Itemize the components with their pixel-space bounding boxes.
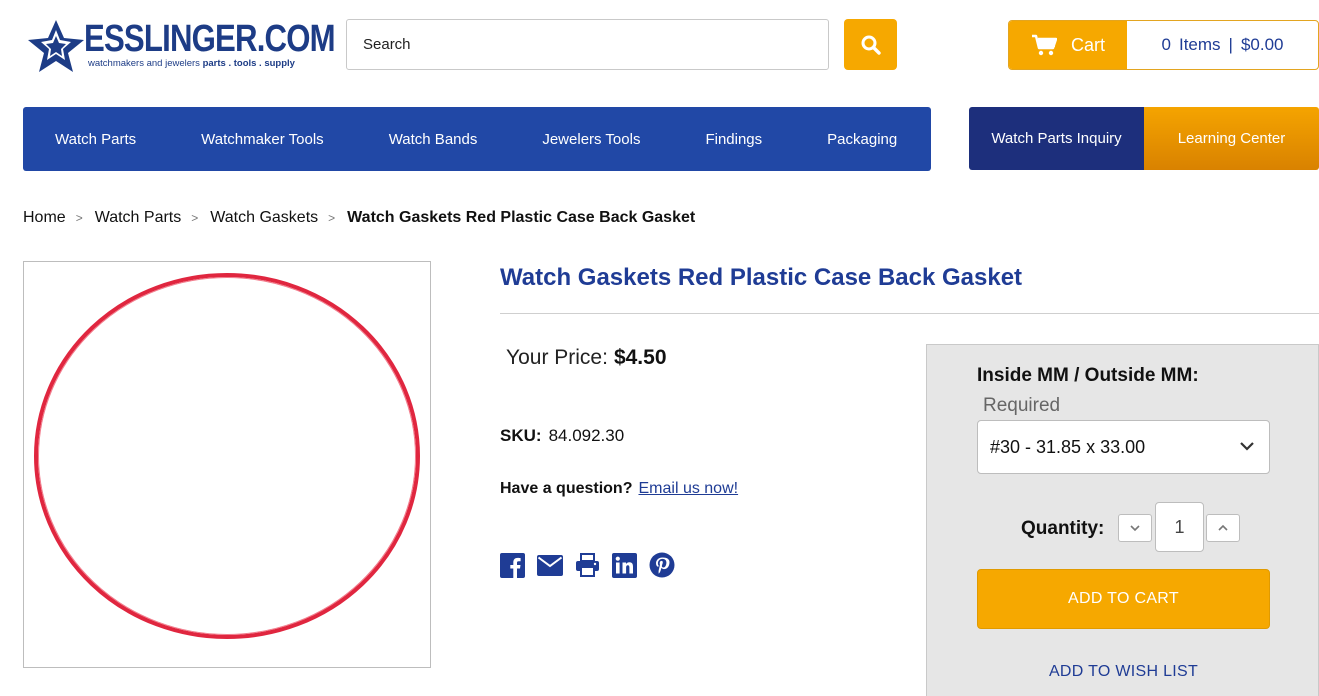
breadcrumb-separator: > [191,211,199,225]
sku-row: SKU: 84.092.30 [500,426,624,446]
email-us-link[interactable]: Email us now! [638,480,738,497]
required-label: Required [983,395,1061,416]
nav-item-watch-parts[interactable]: Watch Parts [55,131,136,148]
logo-tagline: watchmakers and jewelers parts . tools .… [88,58,295,69]
nav-item-watch-bands[interactable]: Watch Bands [389,131,478,148]
chevron-up-icon [1218,524,1228,531]
quantity-increase-button[interactable] [1206,514,1240,542]
tagline-bold: parts . tools . supply [202,58,295,69]
facebook-icon[interactable] [500,552,525,578]
logo-star-icon [28,20,84,72]
linkedin-icon[interactable] [612,552,637,578]
product-image[interactable] [23,261,431,668]
breadcrumb: Home > Watch Parts > Watch Gaskets > Wat… [23,209,695,227]
pinterest-icon[interactable] [649,552,675,578]
sku-value: 84.092.30 [548,426,625,445]
cart-total: $0.00 [1240,35,1284,54]
breadcrumb-current: Watch Gaskets Red Plastic Case Back Gask… [347,209,696,226]
chevron-down-icon [1240,442,1254,451]
cart-button[interactable]: Cart [1009,21,1127,69]
logo-text: ESSLINGER.COM [84,18,336,60]
quantity-label: Quantity: [1021,518,1105,539]
add-to-cart-button[interactable]: ADD TO CART [977,569,1270,629]
search-icon [861,35,881,55]
cart-separator: | [1228,35,1233,54]
nav-item-findings[interactable]: Findings [705,131,762,148]
question-row: Have a question? Email us now! [500,480,738,498]
question-label: Have a question? [500,480,633,497]
cart-count: 0 [1161,35,1171,54]
cart-items-label: Items [1178,35,1221,54]
breadcrumb-home[interactable]: Home [23,209,66,227]
learning-center-button[interactable]: Learning Center [1144,107,1319,170]
size-select-value: #30 - 31.85 x 33.00 [990,436,1146,457]
tagline-plain: watchmakers and jewelers [88,58,200,69]
product-title: Watch Gaskets Red Plastic Case Back Gask… [500,264,1023,291]
cart-summary[interactable]: 0 Items | $0.00 [1127,21,1318,69]
main-nav: Watch Parts Watchmaker Tools Watch Bands… [23,107,931,171]
email-icon[interactable] [537,554,563,576]
price-row: Your Price: $4.50 [506,346,667,370]
purchase-panel: Inside MM / Outside MM: Required #30 - 3… [926,344,1319,696]
gasket-image [34,273,420,639]
cart-icon [1031,34,1057,56]
quantity-input[interactable] [1155,502,1204,552]
nav-item-watchmaker-tools[interactable]: Watchmaker Tools [201,131,324,148]
size-select[interactable]: #30 - 31.85 x 33.00 [977,420,1270,474]
chevron-down-icon [1130,525,1140,532]
breadcrumb-watch-gaskets[interactable]: Watch Gaskets [210,209,318,227]
price-label: Your Price: [506,346,608,369]
nav-item-jewelers-tools[interactable]: Jewelers Tools [542,131,640,148]
search-box [346,19,829,70]
add-to-wishlist-link[interactable]: ADD TO WISH LIST [977,663,1270,681]
nav-item-packaging[interactable]: Packaging [827,131,897,148]
print-icon[interactable] [575,553,600,577]
breadcrumb-watch-parts[interactable]: Watch Parts [95,209,182,227]
quantity-decrease-button[interactable] [1118,514,1152,542]
cart-widget: Cart 0 Items | $0.00 [1008,20,1319,70]
breadcrumb-separator: > [75,211,83,225]
cart-label: Cart [1070,34,1105,55]
share-icons [500,552,687,578]
search-button[interactable] [844,19,897,70]
search-input[interactable] [347,20,828,69]
sku-label: SKU: [500,426,542,445]
title-divider [500,313,1319,314]
watch-parts-inquiry-button[interactable]: Watch Parts Inquiry [969,107,1144,170]
price-value: $4.50 [613,346,667,369]
esslinger-logo[interactable]: ESSLINGER.COM watchmakers and jewelers p… [26,16,336,76]
option-label: Inside MM / Outside MM: [977,365,1199,386]
breadcrumb-separator: > [328,211,336,225]
